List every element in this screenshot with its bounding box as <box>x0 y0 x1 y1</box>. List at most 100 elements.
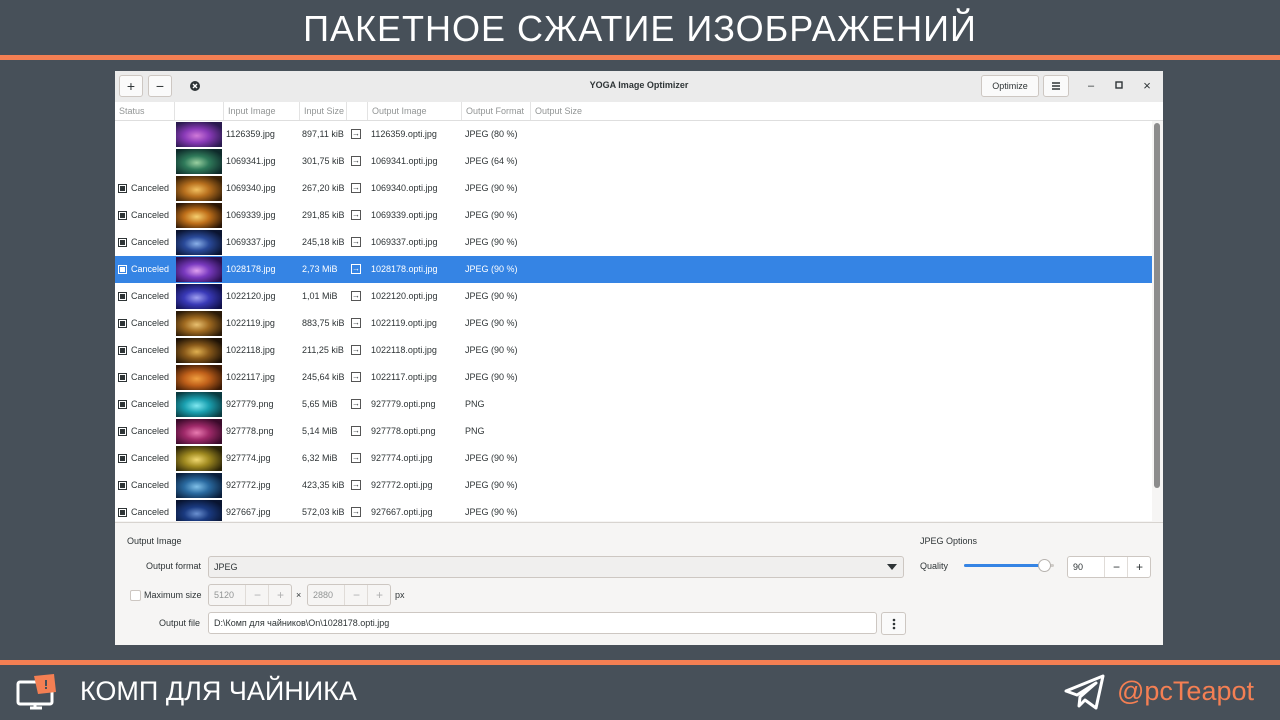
arrow-right-icon: → <box>351 156 361 166</box>
output-image-heading: Output Image <box>127 536 182 546</box>
col-status[interactable]: Status <box>115 102 175 120</box>
col-input-size[interactable]: Input Size <box>300 102 347 120</box>
canceled-status-icon <box>118 211 127 220</box>
quality-slider[interactable] <box>964 559 1054 573</box>
list-scrollbar[interactable] <box>1154 123 1160 488</box>
arrow-right-icon: → <box>351 264 361 274</box>
table-row[interactable]: Canceled 927667.jpg 572,03 kiB → 927667.opti… <box>115 499 1152 521</box>
status-text: Canceled <box>131 480 170 490</box>
app-window: + − YOGA Image Optimizer Optimize – × St… <box>115 71 1163 645</box>
arrow-right-icon: → <box>351 426 361 436</box>
arrow-right-icon: → <box>351 345 361 355</box>
status-text: Canceled <box>131 426 170 436</box>
output-image-name: 927774.opti.jpg <box>371 453 433 463</box>
image-thumbnail <box>176 446 222 471</box>
table-row[interactable]: Canceled 927779.png 5,65 MiB → 927779.opti.p… <box>115 391 1152 418</box>
image-thumbnail <box>176 122 222 147</box>
maximum-size-label: Maximum size <box>144 590 202 600</box>
max-height-decrement[interactable]: − <box>344 585 368 605</box>
quality-increment[interactable]: + <box>1127 557 1151 577</box>
output-format: PNG <box>465 426 485 436</box>
telegram-plane-icon <box>1063 672 1107 712</box>
telegram-handle[interactable]: @pcTeapot <box>1117 676 1254 707</box>
px-unit: px <box>395 590 405 600</box>
file-list[interactable]: 1126359.jpg 897,11 kiB → 1126359.opti.jpg JP… <box>115 121 1152 521</box>
output-format: JPEG (90 %) <box>465 318 518 328</box>
max-height-value: 2880 <box>313 590 334 600</box>
table-row[interactable]: Canceled 1022118.jpg 211,25 kiB → 1022118.op… <box>115 337 1152 364</box>
input-image-name: 1069341.jpg <box>226 156 276 166</box>
col-output-image[interactable]: Output Image <box>368 102 462 120</box>
output-format: JPEG (90 %) <box>465 453 518 463</box>
canceled-status-icon <box>118 427 127 436</box>
col-thumbnail[interactable] <box>175 102 224 120</box>
table-row[interactable]: Canceled 927772.jpg 423,35 kiB → 927772.opti… <box>115 472 1152 499</box>
table-row[interactable]: Canceled 927778.png 5,14 MiB → 927778.opti.p… <box>115 418 1152 445</box>
output-image-name: 1022117.opti.jpg <box>371 372 437 382</box>
col-input-image[interactable]: Input Image <box>224 102 300 120</box>
image-thumbnail <box>176 500 222 521</box>
output-file-label: Output file <box>159 618 201 628</box>
input-size: 897,11 kiB <box>302 129 344 139</box>
image-thumbnail <box>176 176 222 201</box>
accent-stripe-top <box>0 55 1280 60</box>
input-image-name: 1069340.jpg <box>226 183 276 193</box>
table-row[interactable]: Canceled 1022119.jpg 883,75 kiB → 1022119.op… <box>115 310 1152 337</box>
col-output-size[interactable]: Output Size <box>531 102 611 120</box>
output-format: PNG <box>465 399 485 409</box>
table-row[interactable]: Canceled 1022120.jpg 1,01 MiB → 1022120.opti… <box>115 283 1152 310</box>
input-image-name: 1028178.jpg <box>226 264 276 274</box>
output-format: JPEG (80 %) <box>465 129 518 139</box>
status-text: Canceled <box>131 399 170 409</box>
canceled-status-icon <box>118 508 127 517</box>
output-image-name: 1069339.opti.jpg <box>371 210 438 220</box>
input-image-name: 1022120.jpg <box>226 291 276 301</box>
optimize-button[interactable]: Optimize <box>981 75 1039 97</box>
output-format-dropdown[interactable]: JPEG <box>208 556 904 578</box>
close-button[interactable]: × <box>1137 76 1157 96</box>
maximum-size-checkbox[interactable] <box>130 590 141 601</box>
arrow-right-icon: → <box>351 480 361 490</box>
max-width-decrement[interactable]: − <box>245 585 269 605</box>
table-row[interactable]: Canceled 927774.jpg 6,32 MiB → 927774.opti.j… <box>115 445 1152 472</box>
quality-slider-handle[interactable] <box>1038 559 1051 572</box>
table-row[interactable]: Canceled 1069340.jpg 267,20 kiB → 1069340.op… <box>115 175 1152 202</box>
input-size: 883,75 kiB <box>302 318 345 328</box>
quality-decrement[interactable]: − <box>1104 557 1128 577</box>
table-row[interactable]: Canceled 1022117.jpg 245,64 kiB → 1022117.op… <box>115 364 1152 391</box>
chevron-down-icon <box>887 564 897 570</box>
input-image-name: 1069339.jpg <box>226 210 276 220</box>
maximize-button[interactable] <box>1109 76 1129 96</box>
table-row[interactable]: 1126359.jpg 897,11 kiB → 1126359.opti.jpg JP… <box>115 121 1152 148</box>
col-arrow[interactable] <box>347 102 368 120</box>
output-format: JPEG (90 %) <box>465 264 518 274</box>
quality-stepper[interactable]: 90 − + <box>1067 556 1151 578</box>
input-size: 423,35 kiB <box>302 480 345 490</box>
status-text: Canceled <box>131 291 170 301</box>
output-file-field[interactable]: D:\Комп для чайников\On\1028178.opti.jpg <box>208 612 877 634</box>
output-file-menu-button[interactable] <box>881 612 906 635</box>
max-width-increment[interactable]: + <box>268 585 292 605</box>
canceled-status-icon <box>118 400 127 409</box>
image-thumbnail <box>176 392 222 417</box>
table-row[interactable]: Canceled 1028178.jpg 2,73 MiB → 1028178.opti… <box>115 256 1152 283</box>
table-row[interactable]: Canceled 1069339.jpg 291,85 kiB → 1069339.op… <box>115 202 1152 229</box>
status-text: Canceled <box>131 453 170 463</box>
col-output-format[interactable]: Output Format <box>462 102 531 120</box>
minimize-button[interactable]: – <box>1081 76 1101 96</box>
jpeg-options-heading: JPEG Options <box>920 536 978 546</box>
input-size: 267,20 kiB <box>302 183 345 193</box>
table-row[interactable]: Canceled 1069337.jpg 245,18 kiB → 1069337.op… <box>115 229 1152 256</box>
arrow-right-icon: → <box>351 507 361 517</box>
slide-footer: КОМП ДЛЯ ЧАЙНИКА @pcTeapot <box>0 665 1280 720</box>
canceled-status-icon <box>118 184 127 193</box>
menu-button[interactable] <box>1043 75 1069 97</box>
max-height-stepper[interactable]: 2880 − + <box>307 584 391 606</box>
canceled-status-icon <box>118 319 127 328</box>
canceled-status-icon <box>118 292 127 301</box>
max-width-stepper[interactable]: 5120 − + <box>208 584 292 606</box>
arrow-right-icon: → <box>351 237 361 247</box>
table-row[interactable]: 1069341.jpg 301,75 kiB → 1069341.opti.jpg JP… <box>115 148 1152 175</box>
max-height-increment[interactable]: + <box>367 585 391 605</box>
input-size: 5,65 MiB <box>302 399 338 409</box>
